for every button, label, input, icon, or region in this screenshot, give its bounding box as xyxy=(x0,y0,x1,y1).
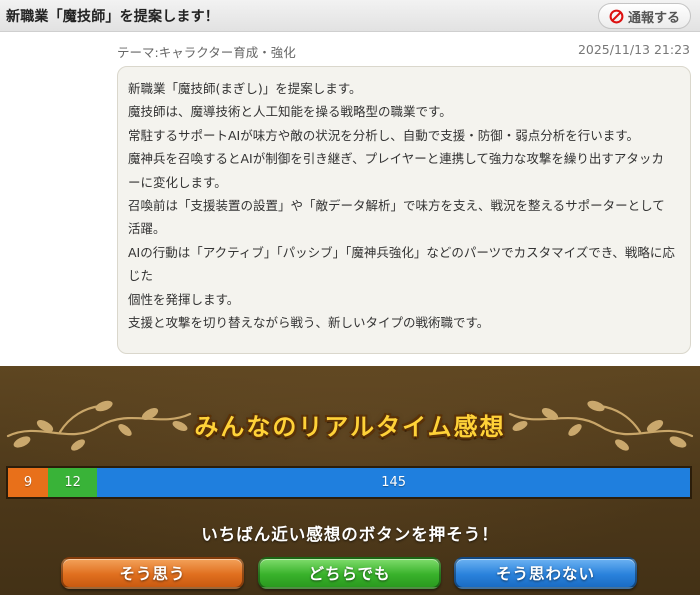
prohibited-icon xyxy=(609,9,624,23)
post-line: 活躍。 xyxy=(128,221,166,237)
bar-segment-neutral: 12 xyxy=(48,468,98,497)
reaction-bar: 9 12 145 xyxy=(6,466,692,499)
post-line: 新職業「魔技師(まぎし)」を提案します。 xyxy=(128,81,362,96)
neutral-button[interactable]: どちらでも xyxy=(258,557,441,589)
agree-button[interactable]: そう思う xyxy=(61,557,244,589)
report-button[interactable]: 通報する xyxy=(598,3,691,29)
disagree-button[interactable]: そう思わない xyxy=(454,557,637,589)
report-label: 通報する xyxy=(627,10,680,26)
post-line: 魔技師は、魔導技術と人工知能を操る戦略型の職業です。 xyxy=(128,104,452,120)
bar-segment-agree: 9 xyxy=(8,468,48,497)
post-line: ーに変化します。 xyxy=(128,174,227,190)
post-line: 支援と攻撃を切り替えながら戦う、新しいタイプの戦術職です。 xyxy=(128,315,490,331)
count-agree: 9 xyxy=(23,475,33,490)
count-neutral: 12 xyxy=(64,475,81,490)
post-line: 魔神兵を召喚するとAIが制御を引き継ぎ、プレイヤーと連携して強力な攻撃を繰り出す… xyxy=(128,151,664,167)
post-theme: テーマ:キャラクター育成・強化 xyxy=(117,45,296,60)
reaction-panel: みんなのリアルタイム感想 9 12 145 いちばん近い感想のボタンを押そう！ … xyxy=(0,366,700,595)
post-line: 召喚前は「支援装置の設置」や「敵データ解析」で味方を支え、戦況を整えるサポーター… xyxy=(128,198,665,214)
post-body: 新職業「魔技師(まぎし)」を提案します。 魔技師は、魔導技術と人工知能を操る戦略… xyxy=(117,66,691,354)
post-title: 新職業「魔技師」を提案します！ xyxy=(6,9,219,25)
bar-segment-disagree: 145 xyxy=(97,468,690,497)
count-disagree: 145 xyxy=(381,475,407,490)
post-date: 2025/11/13 21:23 xyxy=(577,42,690,57)
reaction-title: みんなのリアルタイム感想 xyxy=(194,413,506,441)
post-line: AIの行動は「アクティブ」「パッシブ」「魔神兵強化」などのパーツでカスタマイズで… xyxy=(128,244,675,284)
post-line: 個性を発揮します。 xyxy=(128,291,240,307)
vote-prompt: いちばん近い感想のボタンを押そう！ xyxy=(201,525,499,544)
post-line: 常駐するサポートAIが味方や敵の状況を分析し、自動で支援・防御・弱点分析を行いま… xyxy=(128,127,639,143)
post-header: 新職業「魔技師」を提案します！ 通報する xyxy=(0,0,700,32)
